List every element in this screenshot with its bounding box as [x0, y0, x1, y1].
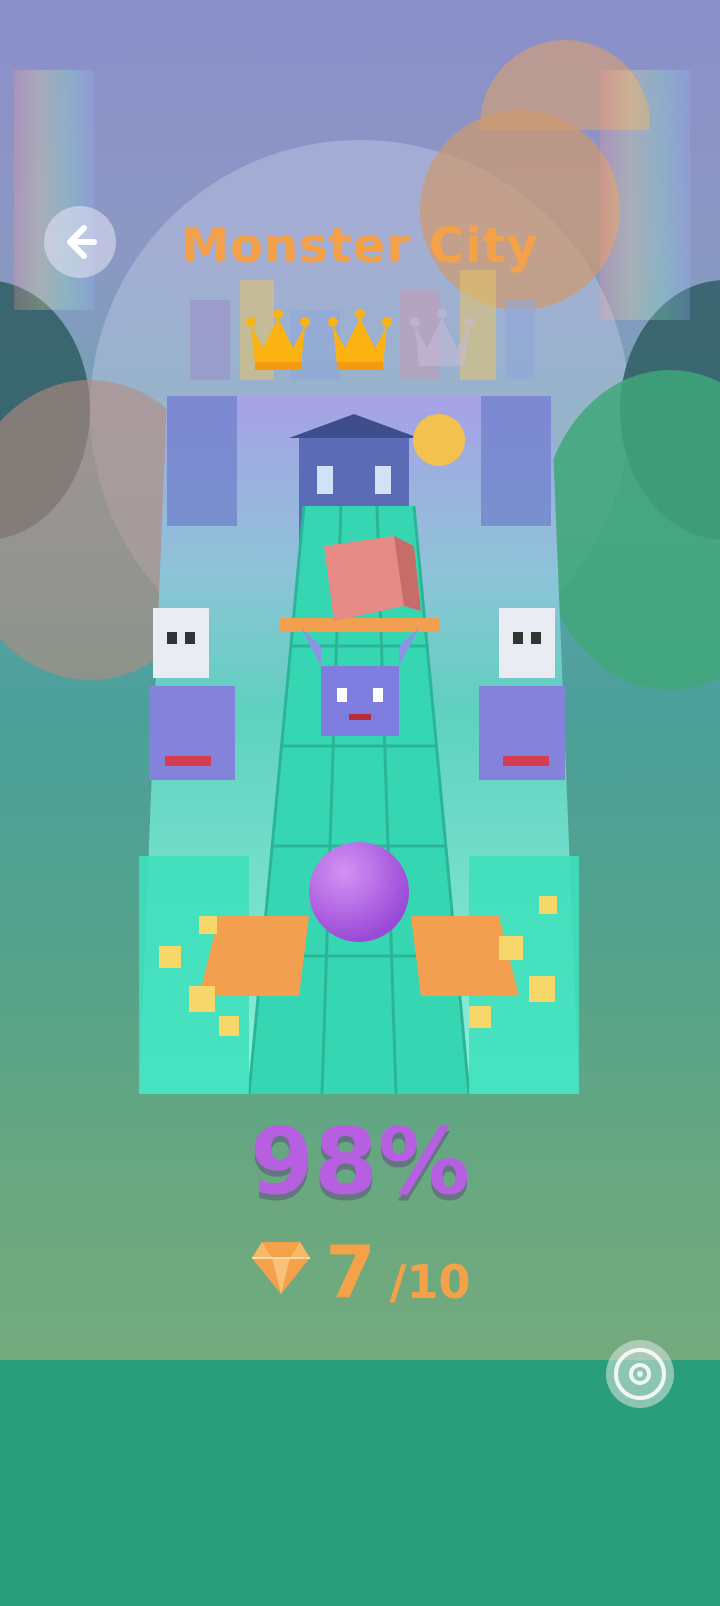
- completion-percent: 98%: [249, 1108, 471, 1215]
- gems-collected: 7: [325, 1230, 376, 1314]
- crown-icon: [328, 309, 392, 370]
- level-title: Monster City: [181, 218, 539, 274]
- music-button[interactable]: [606, 1340, 674, 1408]
- music-disc-icon: [614, 1348, 666, 1400]
- crown-icon-empty: [410, 309, 474, 366]
- crown-icon: [246, 309, 310, 370]
- level-preview-scene: [139, 396, 579, 1094]
- crown-rating: [0, 308, 720, 378]
- level-preview-image[interactable]: [139, 396, 579, 1094]
- diamond-icon: [251, 1242, 310, 1294]
- gems-total: /10: [389, 1255, 471, 1309]
- gem-counter: 7 /10: [0, 1228, 720, 1308]
